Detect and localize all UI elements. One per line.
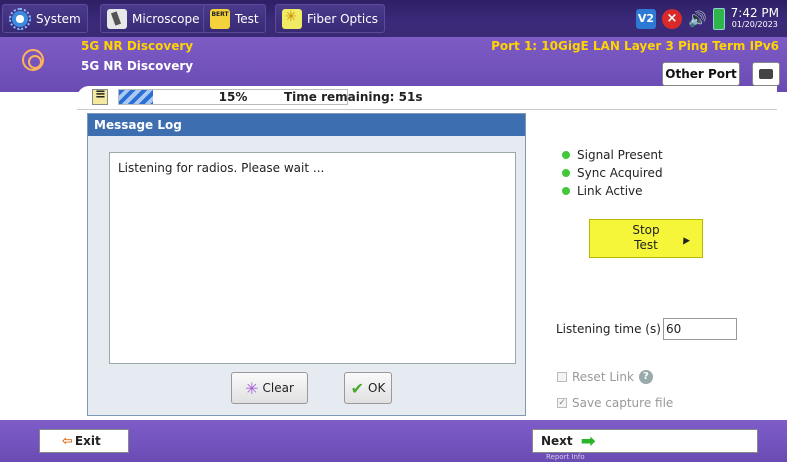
bert-icon: BERT — [210, 8, 230, 29]
clock: 7:42 PM 01/20/2023 — [731, 7, 779, 31]
status-item: Signal Present — [562, 146, 663, 164]
app-title: 5G NR Discovery — [81, 39, 194, 53]
bottom-bar: ⇦ Exit Next ➡ Report Info — [0, 420, 787, 462]
clear-label: Clear — [262, 381, 294, 395]
exit-label: Exit — [74, 434, 101, 448]
listening-time-label: Listening time (s) — [556, 322, 661, 336]
exit-icon: ⇦ — [62, 433, 73, 449]
ok-label: OK — [368, 381, 386, 395]
other-port-button[interactable]: Other Port — [662, 62, 740, 86]
battery-icon — [712, 7, 725, 30]
fiber-icon — [282, 8, 302, 29]
status-label: Sync Acquired — [577, 166, 663, 180]
speaker-icon[interactable]: 🔊 — [688, 10, 707, 28]
message-log-title: Message Log — [88, 114, 525, 136]
message-log-dialog: Message Log Listening for radios. Please… — [87, 113, 526, 416]
save-capture-checkbox[interactable]: ✓ — [557, 398, 567, 408]
status-item: Link Active — [562, 182, 663, 200]
status-item: Sync Acquired — [562, 164, 663, 182]
next-sublabel: Report Info — [546, 453, 585, 461]
v2-badge-icon[interactable]: V2 — [635, 8, 656, 29]
next-button[interactable]: Next ➡ — [532, 429, 758, 453]
stop-test-button[interactable]: Stop Test — [589, 219, 703, 258]
exit-button[interactable]: ⇦ Exit — [39, 429, 129, 453]
error-icon[interactable]: × — [661, 8, 682, 29]
clear-button[interactable]: ✳ Clear — [231, 372, 308, 404]
time-remaining: Time remaining: 51s — [284, 90, 423, 104]
status-led-icon — [562, 151, 570, 159]
save-capture-option[interactable]: ✓ Save capture file — [557, 396, 673, 410]
progress-row: 15% Time remaining: 51s — [77, 86, 777, 110]
page-title: 5G NR Discovery — [81, 59, 194, 73]
reset-link-label: Reset Link — [572, 370, 634, 384]
reset-link-option[interactable]: Reset Link ? — [557, 370, 653, 384]
tab-microscope-label: Microscope — [132, 11, 200, 26]
tab-test[interactable]: BERT Test — [203, 4, 266, 33]
arrow-right-icon: ➡ — [580, 430, 596, 452]
status-label: Signal Present — [577, 148, 663, 162]
save-capture-label: Save capture file — [572, 396, 674, 410]
title-band: 5G NR Discovery Port 1: 10GigE LAN Layer… — [0, 37, 787, 92]
tab-system[interactable]: System — [2, 4, 88, 33]
tab-test-label: Test — [235, 11, 259, 26]
reset-link-checkbox[interactable] — [557, 372, 567, 382]
tab-system-label: System — [36, 11, 81, 26]
message-log-text: Listening for radios. Please wait ... — [109, 152, 516, 364]
gear-icon — [9, 7, 31, 30]
clear-icon: ✳ — [245, 378, 259, 398]
status-led-icon — [562, 169, 570, 177]
listening-time-input[interactable] — [663, 318, 737, 340]
tab-fiber-optics[interactable]: Fiber Optics — [275, 4, 386, 33]
menu-icon[interactable] — [92, 87, 108, 105]
status-list: Signal Present Sync Acquired Link Active — [562, 146, 663, 200]
tab-fiber-optics-label: Fiber Optics — [307, 11, 379, 26]
help-icon[interactable]: ? — [638, 370, 653, 384]
ok-button[interactable]: ✔ OK — [344, 372, 392, 404]
checkmark-icon: ✔ — [350, 378, 365, 398]
status-led-icon — [562, 187, 570, 195]
clock-time: 7:42 PM — [730, 5, 779, 20]
clock-date: 01/20/2023 — [731, 19, 778, 29]
status-tray: V2 × 🔊 7:42 PM 01/20/2023 — [635, 4, 779, 33]
microscope-icon — [107, 8, 127, 29]
tab-microscope[interactable]: Microscope — [100, 4, 207, 33]
target-logo-icon — [22, 49, 44, 71]
taskbar: System Microscope BERT Test Fiber Optics… — [0, 0, 787, 37]
status-label: Link Active — [577, 184, 643, 198]
next-label: Next — [541, 434, 573, 448]
camera-icon[interactable] — [752, 62, 780, 86]
port-title: Port 1: 10GigE LAN Layer 3 Ping Term IPv… — [491, 39, 779, 53]
